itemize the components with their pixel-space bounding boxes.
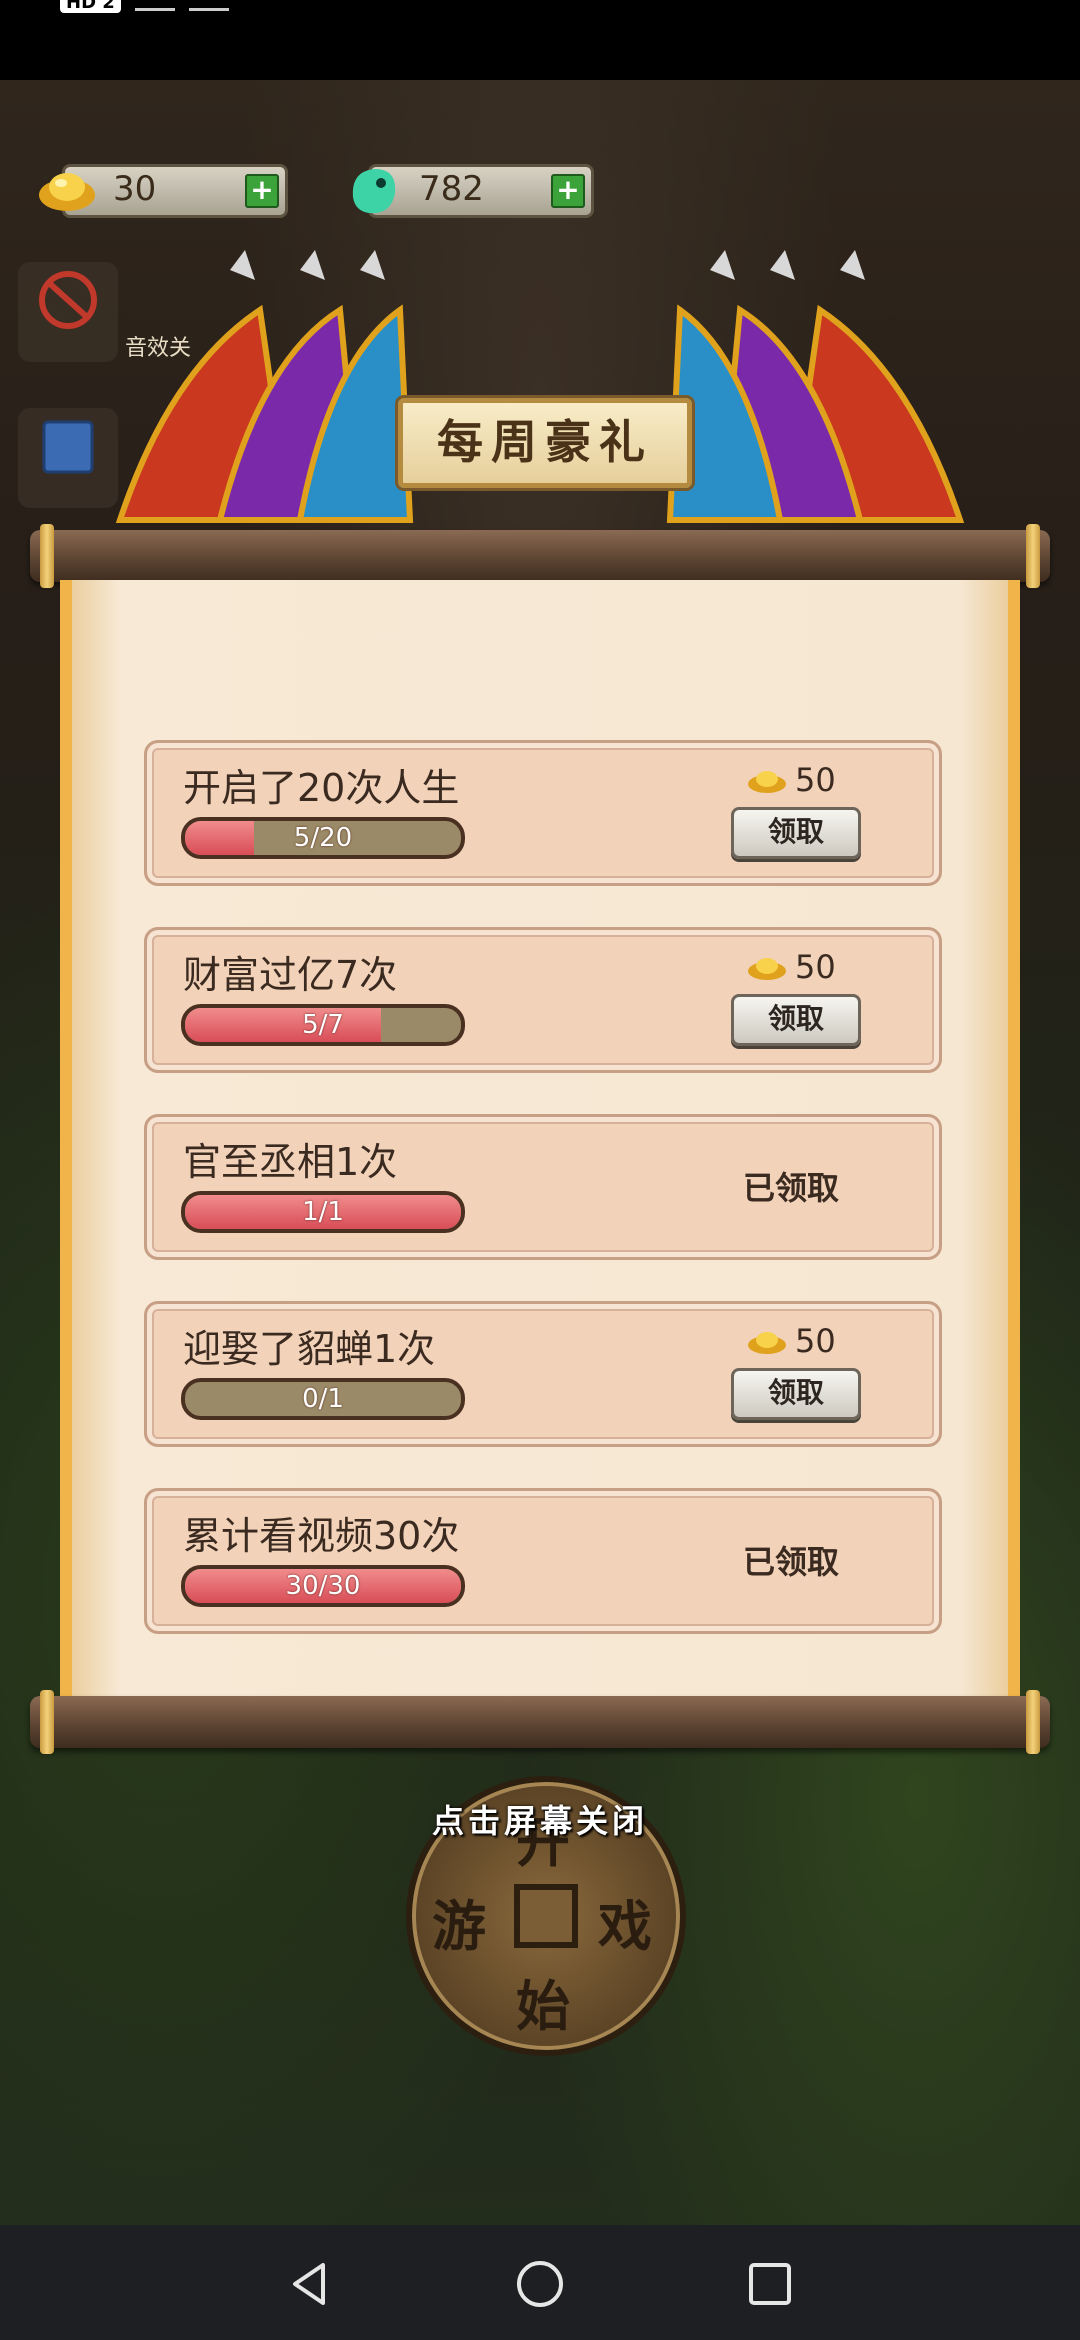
sound-toggle-button[interactable]: 音效关 <box>18 262 191 362</box>
scroll-edge-right <box>1008 580 1020 1700</box>
home-icon[interactable] <box>515 2259 565 2309</box>
back-icon[interactable] <box>285 2259 335 2309</box>
coin-char-left: 游 <box>432 1894 486 1958</box>
gold-resource-pill: 30 + <box>39 164 288 218</box>
task-title: 开启了20次人生 <box>183 766 460 810</box>
task-title: 官至丞相1次 <box>183 1140 398 1184</box>
system-nav-bar <box>0 2225 1080 2340</box>
add-gold-button[interactable]: + <box>245 174 279 208</box>
gold-ingot-icon <box>748 1332 786 1354</box>
claim-button[interactable]: 领取 <box>731 807 861 859</box>
task-progress-bar: 30/30 <box>181 1565 465 1607</box>
hd-badge: HD 2 <box>60 0 121 13</box>
task-reward: 50 <box>747 1322 836 1360</box>
task-progress-bar: 0/1 <box>181 1378 465 1420</box>
guide-button[interactable]: 攻略 <box>18 408 180 508</box>
progress-text: 1/1 <box>302 1197 344 1227</box>
status-left: HD 2 <box>60 0 229 13</box>
claimed-label: 已领取 <box>743 1169 840 1207</box>
gold-ingot-icon <box>748 958 786 980</box>
reward-amount: 50 <box>795 948 836 986</box>
coin-square-hole <box>514 1884 578 1948</box>
task-item: 财富过亿7次 5/7 50 领取 <box>144 927 942 1073</box>
reward-amount: 50 <box>795 761 836 799</box>
jade-amount: 782 <box>419 169 484 209</box>
jade-gem-icon <box>352 169 396 214</box>
task-reward: 50 <box>747 948 836 986</box>
gold-ingot-icon <box>39 173 95 211</box>
task-title: 累计看视频30次 <box>183 1514 460 1558</box>
task-title: 迎娶了貂蝉1次 <box>183 1327 436 1371</box>
tap-to-close-hint[interactable]: 点击屏幕关闭 <box>0 1796 1080 1842</box>
sound-off-icon <box>39 271 97 329</box>
progress-text: 5/7 <box>302 1010 344 1040</box>
progress-text: 5/20 <box>293 823 353 853</box>
scroll-top-rod <box>30 524 1050 588</box>
progress-text: 30/30 <box>285 1571 361 1601</box>
signal-icon-2 <box>188 0 229 11</box>
scroll-bottom-rod <box>30 1690 1050 1754</box>
gold-amount: 30 <box>113 169 157 209</box>
progress-text: 0/1 <box>302 1384 344 1414</box>
claim-button[interactable]: 领取 <box>731 994 861 1046</box>
task-progress-bar: 5/20 <box>181 817 465 859</box>
task-progress-bar: 1/1 <box>181 1191 465 1233</box>
status-bar: HD 2 <box>0 0 1080 80</box>
task-item: 迎娶了貂蝉1次 0/1 50 领取 <box>144 1301 942 1447</box>
signal-icon <box>134 0 175 11</box>
add-jade-button[interactable]: + <box>551 174 585 208</box>
reward-amount: 50 <box>795 1322 836 1360</box>
panel-title: 每周豪礼 <box>398 398 692 488</box>
scroll-edge-left <box>60 580 72 1700</box>
task-progress-bar: 5/7 <box>181 1004 465 1046</box>
gold-ingot-icon <box>748 771 786 793</box>
coin-char-bottom: 始 <box>516 1974 570 2038</box>
task-item: 官至丞相1次 1/1 已领取 <box>144 1114 942 1260</box>
book-icon <box>42 420 94 474</box>
task-item: 累计看视频30次 30/30 已领取 <box>144 1488 942 1634</box>
task-title: 财富过亿7次 <box>183 953 398 997</box>
coin-char-right: 戏 <box>598 1894 652 1958</box>
recents-icon[interactable] <box>745 2259 795 2309</box>
weekly-gift-banner <box>115 250 965 523</box>
task-item: 开启了20次人生 5/20 50 领取 <box>144 740 942 886</box>
jade-resource-pill: 782 + <box>352 164 594 218</box>
task-reward: 50 <box>747 761 836 799</box>
claim-button[interactable]: 领取 <box>731 1368 861 1420</box>
claimed-label: 已领取 <box>743 1543 840 1581</box>
